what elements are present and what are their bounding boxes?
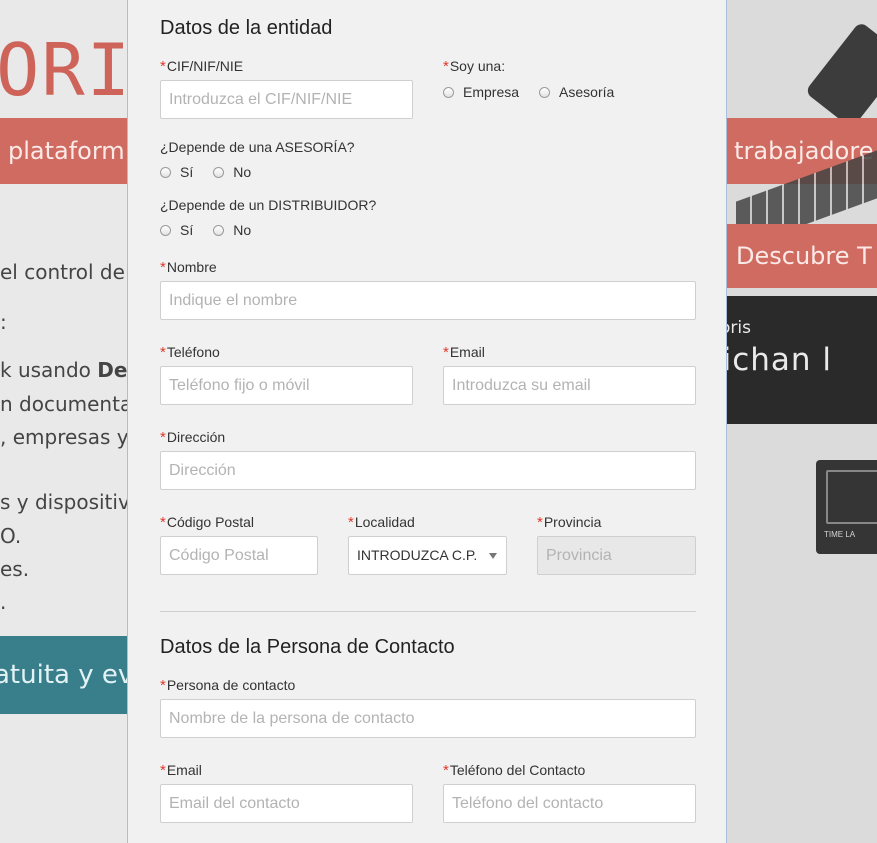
radio-circle[interactable] [443, 86, 454, 98]
registration-modal: Datos de la entidad *CIF/NIF/NIE *Soy un… [128, 0, 726, 843]
radio-distribuidor-no[interactable]: No [213, 222, 251, 238]
codigo-postal-input[interactable] [160, 536, 318, 575]
radio-circle[interactable] [160, 166, 171, 178]
radio-circle[interactable] [160, 224, 171, 236]
radio-circle[interactable] [213, 166, 225, 178]
chevron-down-icon [489, 553, 497, 559]
telefono-label: *Teléfono [160, 344, 220, 361]
radio-asesoria-si[interactable]: Sí [160, 164, 193, 180]
nombre-input[interactable] [160, 281, 696, 320]
contact-telefono-input[interactable] [443, 784, 696, 823]
persona-contacto-label: *Persona de contacto [160, 677, 296, 694]
email-label: *Email [443, 344, 485, 361]
radio-asesoria[interactable]: Asesoría [539, 84, 614, 100]
soy-una-label: *Soy una: [443, 58, 506, 75]
codigo-postal-label: *Código Postal [160, 514, 255, 531]
nombre-label: *Nombre [160, 259, 217, 276]
email-input[interactable] [443, 366, 696, 405]
asesoria-radio-group: Sí No [160, 164, 271, 180]
contact-email-input[interactable] [160, 784, 413, 823]
direccion-input[interactable] [160, 451, 696, 490]
cif-input[interactable] [160, 80, 413, 119]
cif-label: *CIF/NIF/NIE [160, 58, 244, 75]
localidad-selected-value: INTRODUZCA C.P. [357, 547, 478, 563]
persona-contacto-input[interactable] [160, 699, 696, 738]
radio-circle[interactable] [539, 86, 551, 98]
radio-circle[interactable] [213, 224, 225, 236]
localidad-select[interactable]: INTRODUZCA C.P. [348, 536, 507, 575]
telefono-input[interactable] [160, 366, 413, 405]
provincia-label: *Provincia [537, 514, 602, 531]
radio-asesoria-no[interactable]: No [213, 164, 251, 180]
distribuidor-label: ¿Depende de un DISTRIBUIDOR? [160, 197, 377, 213]
localidad-label: *Localidad [348, 514, 415, 531]
direccion-label: *Dirección [160, 429, 226, 446]
contact-email-label: *Email [160, 762, 202, 779]
contact-telefono-label: *Teléfono del Contacto [443, 762, 586, 779]
radio-distribuidor-si[interactable]: Sí [160, 222, 193, 238]
asesoria-label: ¿Depende de una ASESORÍA? [160, 139, 355, 155]
section-divider [160, 611, 696, 612]
section-title-contact: Datos de la Persona de Contacto [160, 636, 455, 658]
entity-type-radio-group: Empresa Asesoría [443, 84, 634, 100]
radio-empresa[interactable]: Empresa [443, 84, 519, 100]
distribuidor-radio-group: Sí No [160, 222, 271, 238]
provincia-input [537, 536, 696, 575]
section-title-entity: Datos de la entidad [160, 17, 333, 39]
